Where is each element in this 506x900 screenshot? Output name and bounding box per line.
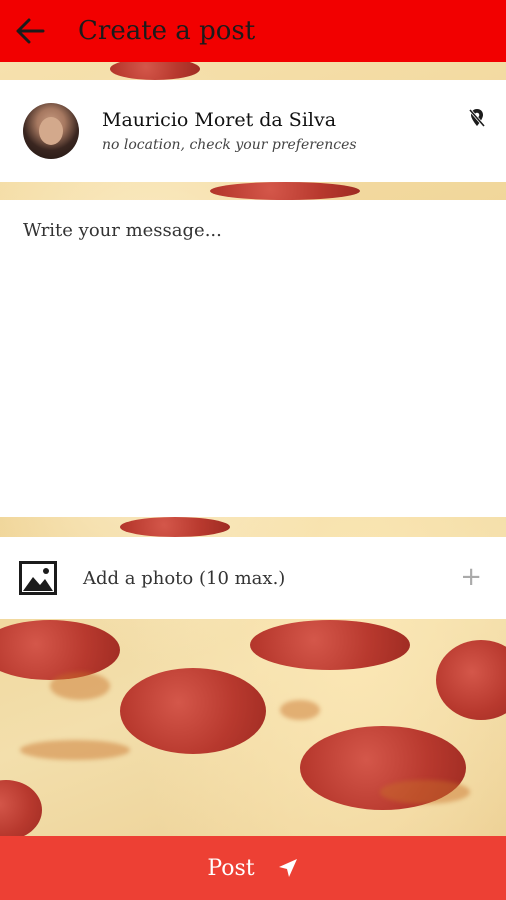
image-icon (19, 561, 57, 595)
add-photo-row[interactable]: Add a photo (10 max.) + (0, 537, 506, 619)
message-input[interactable] (0, 200, 506, 517)
location-off-icon[interactable] (468, 108, 486, 128)
user-location: no location, check your preferences (102, 137, 357, 153)
user-info: Mauricio Moret da Silva no location, che… (102, 109, 357, 153)
back-button[interactable] (0, 0, 60, 62)
send-icon (278, 859, 297, 877)
user-name: Mauricio Moret da Silva (102, 109, 337, 131)
add-photo-label: Add a photo (10 max.) (83, 567, 286, 589)
plus-icon[interactable]: + (460, 563, 482, 591)
message-area (0, 200, 506, 517)
post-button[interactable]: Post (0, 836, 506, 900)
top-app-bar: Create a post (0, 0, 506, 62)
post-button-label: Post (207, 855, 255, 881)
avatar (23, 103, 79, 159)
arrow-left-icon (16, 18, 45, 44)
page-title: Create a post (78, 16, 256, 46)
user-card: Mauricio Moret da Silva no location, che… (0, 80, 506, 182)
